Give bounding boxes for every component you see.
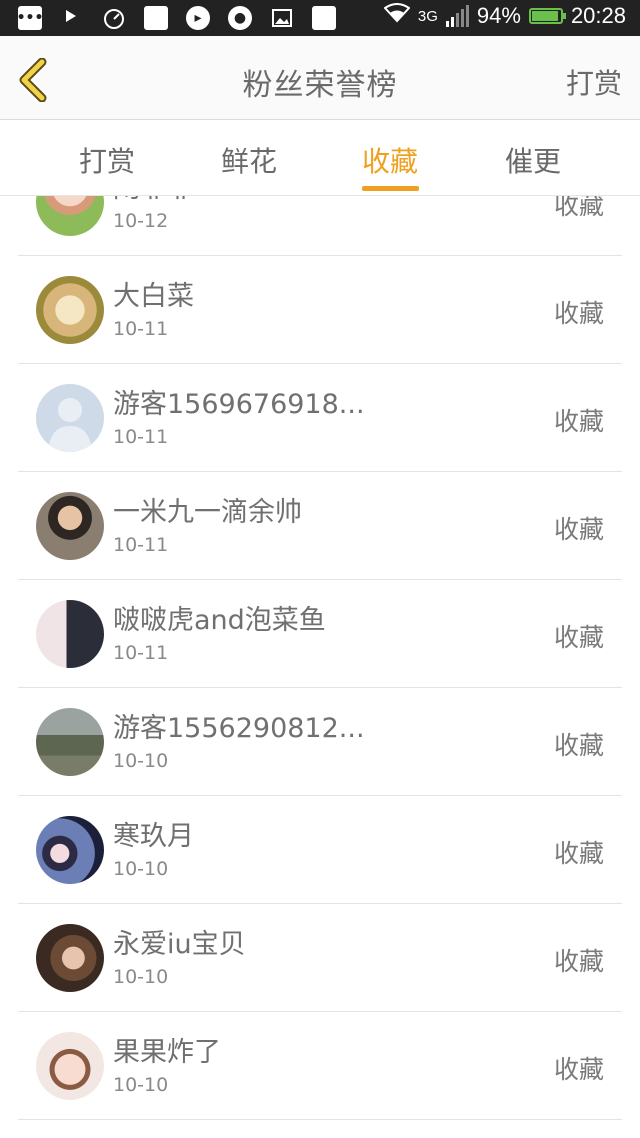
fan-date: 10-11	[113, 426, 169, 448]
battery-icon	[528, 8, 566, 24]
list-item[interactable]: 游客1556290812... 10-10 收藏	[18, 688, 622, 796]
clock: 20:28	[570, 3, 626, 28]
fan-date: 10-10	[113, 966, 169, 988]
favorite-label: 收藏	[553, 515, 604, 544]
list-item[interactable]: 啵啵虎and泡菜鱼 10-11 收藏	[18, 580, 622, 688]
battery-percent: 94%	[476, 3, 521, 28]
image-icon	[270, 6, 294, 30]
list-item[interactable]: 游客1569676918... 10-11 收藏	[18, 364, 622, 472]
fan-date: 10-11	[113, 534, 169, 556]
avatar	[36, 924, 104, 992]
fan-date: 10-10	[113, 858, 169, 880]
active-tab-indicator	[362, 186, 419, 191]
tab-bar: 打赏 鲜花 收藏 催更	[0, 120, 640, 196]
avatar	[36, 708, 104, 776]
reward-button[interactable]: 打赏	[566, 62, 622, 102]
tab-reward[interactable]: 打赏	[79, 140, 135, 180]
fan-name: 果果炸了	[113, 1037, 221, 1068]
panda-icon: ●	[228, 6, 252, 30]
youku-icon	[60, 6, 84, 30]
title-bar: 粉丝荣誉榜 打赏	[0, 36, 640, 120]
list-item[interactable]: 一米九一滴余帅 10-11 收藏	[18, 472, 622, 580]
fan-date: 10-12	[113, 210, 169, 232]
avatar	[36, 1032, 104, 1100]
avatar	[36, 492, 104, 560]
avatar	[36, 384, 104, 452]
tab-flowers[interactable]: 鲜花	[221, 140, 277, 180]
tab-urge-update[interactable]: 催更	[505, 140, 561, 180]
fan-date: 10-10	[113, 1074, 169, 1096]
fan-name: 一米九一滴余帅	[113, 497, 302, 528]
play-icon: ▸	[186, 6, 210, 30]
app-icon-2	[312, 6, 336, 30]
favorite-label: 收藏	[553, 947, 604, 976]
fan-date: 10-11	[113, 318, 169, 340]
fan-date: 10-11	[113, 642, 169, 664]
list-item[interactable]: 果果炸了 10-10 收藏	[18, 1012, 622, 1120]
fan-name: 闲菲菲	[113, 196, 194, 205]
list-item[interactable]: 闲菲菲 10-12 收藏	[18, 196, 622, 256]
fan-name: 永爱iu宝贝	[113, 929, 246, 960]
favorite-label: 收藏	[553, 407, 604, 436]
fan-date: 10-10	[113, 750, 169, 772]
fan-name: 寒玖月	[113, 821, 194, 852]
avatar	[36, 276, 104, 344]
wifi-icon	[383, 3, 411, 29]
fan-list: 闲菲菲 10-12 收藏 大白菜 10-11 收藏 游客1569676918..…	[0, 196, 640, 1138]
favorite-label: 收藏	[553, 1055, 604, 1084]
fan-name: 大白菜	[113, 281, 194, 312]
tab-favorites[interactable]: 收藏	[362, 140, 418, 180]
app-icon	[144, 6, 168, 30]
list-item[interactable]: 寒玖月 10-10 收藏	[18, 796, 622, 904]
fan-name: 游客1556290812...	[113, 713, 365, 744]
favorite-label: 收藏	[553, 196, 604, 220]
page-title: 粉丝荣誉榜	[242, 68, 398, 103]
notification-icons: ••• ▸ ●	[17, 6, 336, 30]
favorite-label: 收藏	[553, 839, 604, 868]
avatar	[36, 600, 104, 668]
signal-icon	[445, 5, 469, 27]
avatar	[36, 816, 104, 884]
fan-name: 游客1569676918...	[113, 389, 365, 420]
system-status: 3G 94% 20:28	[383, 3, 626, 29]
avatar	[36, 196, 104, 236]
fan-name: 啵啵虎and泡菜鱼	[113, 605, 326, 636]
status-bar: ••• ▸ ● 3G 94% 20:28	[0, 0, 640, 36]
favorite-label: 收藏	[553, 731, 604, 760]
favorite-label: 收藏	[553, 623, 604, 652]
network-type: 3G	[417, 7, 438, 25]
chat-icon: •••	[17, 6, 43, 30]
speed-icon	[102, 6, 126, 30]
list-item[interactable]: 永爱iu宝贝 10-10 收藏	[18, 904, 622, 1012]
favorite-label: 收藏	[553, 299, 604, 328]
list-item[interactable]: 大白菜 10-11 收藏	[18, 256, 622, 364]
